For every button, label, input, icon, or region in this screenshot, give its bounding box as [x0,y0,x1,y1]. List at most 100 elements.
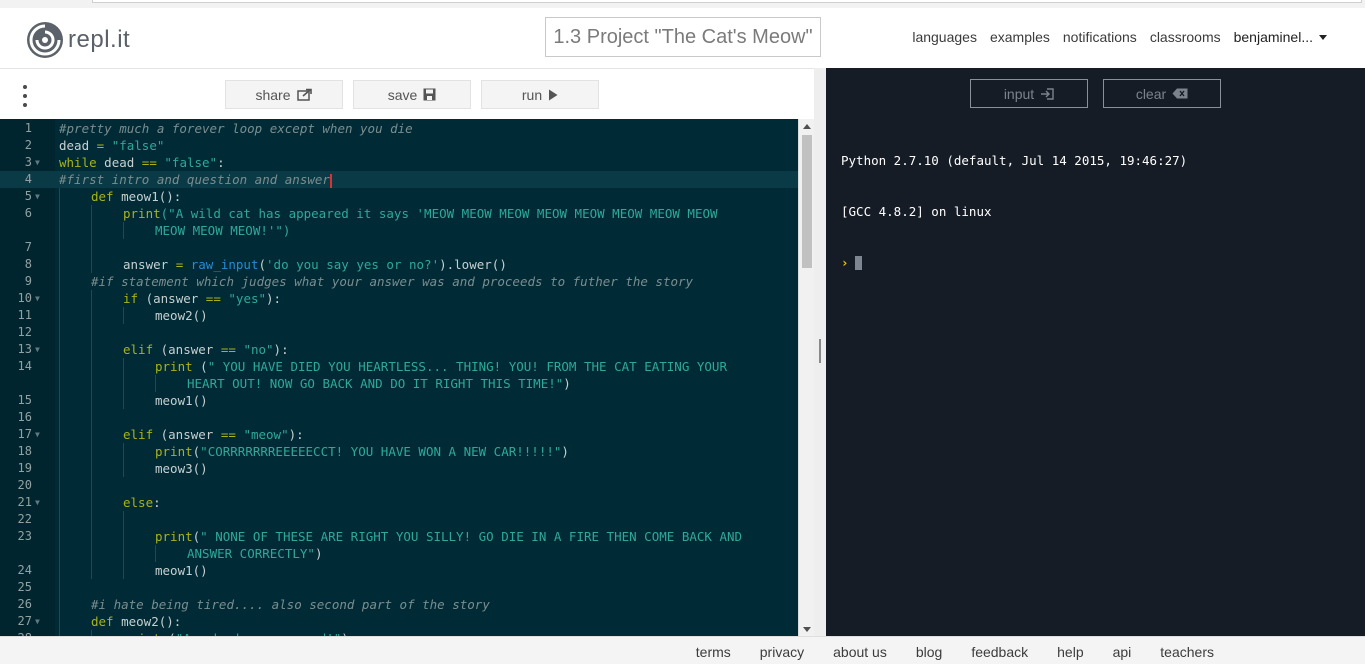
code-token: def [91,189,114,204]
user-menu[interactable]: benjaminel... [1234,29,1327,45]
indent-guide [155,375,156,392]
fold-arrow-icon[interactable]: ▼ [35,341,40,358]
code-text: MEOW MEOW MEOW!'") [155,222,290,239]
code-line[interactable]: 5 ▼ def meow1(): [0,188,798,205]
editor-scrollbar[interactable] [798,119,814,637]
console-line: Python 2.7.10 (default, Jul 14 2015, 19:… [841,153,1188,168]
code-text: def meow2(): [91,613,181,630]
fold-arrow-icon[interactable]: ▼ [35,494,40,511]
indent-guide [91,290,92,307]
footer-link-blog[interactable]: blog [916,644,942,660]
nav-examples[interactable]: examples [990,29,1050,45]
footer-link-about-us[interactable]: about us [833,644,887,660]
fold-arrow-icon[interactable]: ▼ [35,426,40,443]
code-token: meow2() [155,308,208,323]
footer-link-feedback[interactable]: feedback [971,644,1028,660]
splitter-grip-icon[interactable] [819,339,821,363]
input-button[interactable]: input [970,79,1088,108]
share-button[interactable]: share [225,80,343,109]
code-token: "false" [111,138,165,153]
code-token: dead [96,155,142,170]
code-line[interactable]: 17 ▼ elif (answer == "meow"): [0,426,798,443]
footer-link-help[interactable]: help [1057,644,1083,660]
text-cursor [329,173,332,188]
code-line[interactable]: 19 meow3() [0,460,798,477]
more-options-icon[interactable] [18,85,32,107]
code-line[interactable]: 11 meow2() [0,307,798,324]
code-line[interactable]: 4 #first intro and question and answer [0,171,798,188]
footer-link-api[interactable]: api [1113,644,1132,660]
fold-arrow-icon[interactable]: ▼ [35,613,40,630]
code-token: MEOW MEOW MEOW!'") [155,223,291,238]
footer-link-terms[interactable]: terms [696,644,731,660]
code-text: print("CORRRRRRREEEEECCT! YOU HAVE WON A… [155,443,569,460]
code-line[interactable]: 7 [0,239,798,256]
indent-guide [123,222,124,239]
code-line[interactable]: 15 meow1() [0,392,798,409]
run-button[interactable]: run [481,80,599,109]
code-line[interactable]: 13 ▼ elif (answer == "no"): [0,341,798,358]
code-line[interactable]: ANSWER CORRECTLY") [0,545,798,562]
nav-classrooms[interactable]: classrooms [1150,29,1221,45]
code-line[interactable]: 12 [0,324,798,341]
code-line[interactable]: 9 #if statement which judges what your an… [0,273,798,290]
code-line[interactable]: 10 ▼ if (answer == "yes"): [0,290,798,307]
code-line[interactable]: 3 ▼ while dead == "false": [0,154,798,171]
code-token: print [155,529,193,544]
fold-arrow-icon[interactable]: ▼ [35,290,40,307]
scroll-up-icon[interactable] [803,124,811,129]
logo[interactable]: repl.it [26,21,130,59]
pane-splitter[interactable] [814,68,826,636]
scroll-down-icon[interactable] [803,627,811,632]
code-line[interactable]: 6 print("A wild cat has appeared it says … [0,205,798,222]
nav-languages[interactable]: languages [912,29,977,45]
code-token: ): [273,342,289,357]
caret-down-icon [1319,34,1327,40]
indent-guide [91,460,92,477]
code-line[interactable]: 1 #pretty much a forever loop except when… [0,120,798,137]
code-line[interactable]: 21 ▼ else: [0,494,798,511]
code-line[interactable]: 20 [0,477,798,494]
code-line[interactable]: MEOW MEOW MEOW!'") [0,222,798,239]
indent-guide [59,596,60,613]
clear-button[interactable]: clear [1103,79,1221,108]
code-line[interactable]: 16 [0,409,798,426]
nav-notifications[interactable]: notifications [1063,29,1137,45]
share-icon [296,88,312,101]
footer: terms privacy about us blog feedback hel… [0,636,1365,664]
code-line[interactable]: 25 [0,579,798,596]
project-title[interactable]: 1.3 Project "The Cat's Meow" [545,17,821,57]
code-token: (answer [153,342,221,357]
code-line[interactable]: 2 dead = "false" [0,137,798,154]
code-line[interactable]: 22 [0,511,798,528]
console-prompt[interactable]: › [841,254,1187,271]
scrollbar-thumb[interactable] [802,135,812,268]
line-number: 15 [17,393,32,407]
code-line[interactable]: 27 ▼ def meow2(): [0,613,798,630]
indent-guide [59,426,60,443]
code-line[interactable]: 24 meow1() [0,562,798,579]
code-line[interactable]: 18 print("CORRRRRRREEEEECCT! YOU HAVE WON… [0,443,798,460]
indent-guide [59,324,60,341]
code-line[interactable]: 23 print(" NONE OF THESE ARE RIGHT YOU SI… [0,528,798,545]
code-editor[interactable]: 1 #pretty much a forever loop except when… [0,119,814,637]
code-token: ) [314,546,323,561]
footer-link-privacy[interactable]: privacy [760,644,804,660]
code-token: print [123,206,161,221]
footer-link-teachers[interactable]: teachers [1160,644,1214,660]
code-line[interactable]: 26 #i hate being tired.... also second pa… [0,596,798,613]
code-line[interactable]: HEART OUT! NOW GO BACK AND DO IT RIGHT T… [0,375,798,392]
indent-guide [91,205,92,222]
code-token: meow2(): [113,614,182,629]
console-pane[interactable]: input clear Python 2.7.10 (default, Jul … [826,68,1365,636]
code-token: ) [561,444,569,459]
fold-arrow-icon[interactable]: ▼ [35,154,40,171]
indent-guide [59,579,60,596]
save-button[interactable]: save [353,80,471,109]
code-token: (answer [138,291,206,306]
code-line[interactable]: 8 answer = raw_input('do you say yes or n… [0,256,798,273]
address-bar-edge [92,0,1362,3]
fold-arrow-icon[interactable]: ▼ [35,188,40,205]
code-line[interactable]: 14 print (" YOU HAVE DIED YOU HEARTLESS..… [0,358,798,375]
code-token: HEART OUT! NOW GO BACK AND DO IT RIGHT T… [187,376,564,391]
